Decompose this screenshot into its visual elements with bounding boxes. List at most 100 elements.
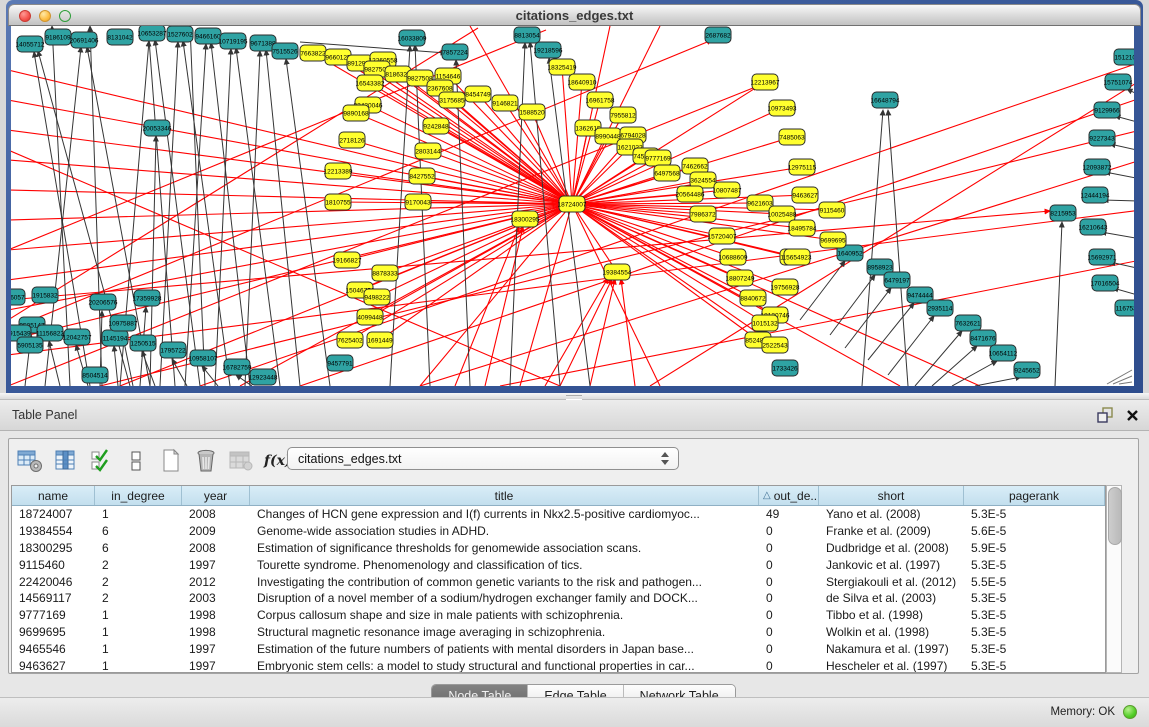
graph-node[interactable]: 19218596: [534, 42, 563, 58]
graph-edge[interactable]: [975, 377, 1021, 386]
graph-node[interactable]: 8504514: [82, 367, 108, 383]
graph-node[interactable]: 20206576: [89, 294, 118, 310]
resize-grip-icon[interactable]: [1107, 370, 1132, 384]
graph-node[interactable]: 9170043: [405, 194, 431, 210]
table-cell[interactable]: Dudbridge et al. (2008): [819, 540, 964, 557]
graph-edge[interactable]: [385, 204, 572, 273]
table-cell[interactable]: Yano et al. (2008): [819, 506, 964, 523]
column-header-out_de[interactable]: △out_de...: [759, 486, 819, 505]
show-columns-icon[interactable]: [54, 448, 78, 474]
column-header-short[interactable]: short: [819, 486, 964, 505]
graph-edge[interactable]: [888, 316, 934, 375]
graph-node[interactable]: 12042757: [63, 329, 92, 345]
table-cell[interactable]: 9699695: [12, 624, 95, 641]
table-cell[interactable]: 9115460: [12, 556, 95, 573]
graph-edge[interactable]: [952, 361, 997, 386]
column-header-title[interactable]: title: [250, 486, 759, 505]
column-header-pagerank[interactable]: pagerank: [964, 486, 1105, 505]
table-cell[interactable]: 1: [95, 640, 182, 657]
graph-node[interactable]: 2522543: [762, 337, 788, 353]
graph-node[interactable]: 12093872: [1083, 159, 1112, 175]
table-scrollbar[interactable]: [1106, 485, 1122, 673]
table-cell[interactable]: 14569117: [12, 590, 95, 607]
graph-node[interactable]: 17359928: [133, 290, 162, 306]
table-cell[interactable]: 18724007: [12, 506, 95, 523]
graph-edge[interactable]: [915, 331, 962, 386]
table-cell[interactable]: Tourette syndrome. Phenomenology and cla…: [250, 556, 759, 573]
graph-node[interactable]: 2687682: [705, 27, 731, 43]
table-cell[interactable]: 9777169: [12, 607, 95, 624]
graph-node[interactable]: 1915832: [32, 287, 58, 303]
table-cell[interactable]: 1: [95, 624, 182, 641]
graph-node[interactable]: 1167533: [1115, 300, 1134, 316]
graph-node[interactable]: 7955812: [610, 107, 636, 123]
table-row[interactable]: 969969511998Structural magnetic resonanc…: [12, 624, 1105, 641]
graph-node[interactable]: 10973493: [768, 100, 797, 116]
graph-edge[interactable]: [572, 204, 900, 386]
table-cell[interactable]: 5.9E-5: [964, 540, 1105, 557]
graph-node[interactable]: 1015132: [752, 315, 778, 331]
graph-node[interactable]: 9466160: [195, 28, 221, 44]
graph-node[interactable]: 7515526: [272, 43, 298, 59]
graph-edge[interactable]: [800, 261, 845, 320]
table-cell[interactable]: 9465546: [12, 640, 95, 657]
graph-edge[interactable]: [590, 279, 615, 386]
graph-edge[interactable]: [114, 346, 118, 386]
graph-node[interactable]: 9227343: [1089, 130, 1115, 146]
graph-node[interactable]: 10958107: [189, 350, 218, 366]
graph-node[interactable]: 16033809: [398, 30, 427, 46]
table-cell[interactable]: 0: [759, 607, 819, 624]
table-cell[interactable]: 1997: [182, 640, 250, 657]
graph-node[interactable]: 2516057: [11, 289, 25, 305]
graph-edge[interactable]: [11, 204, 572, 250]
graph-edge[interactable]: [1101, 232, 1134, 239]
table-cell[interactable]: Genome-wide association studies in ADHD.: [250, 523, 759, 540]
graph-node[interactable]: 19166827: [333, 252, 362, 268]
row-height-icon[interactable]: [124, 448, 148, 474]
graph-edge[interactable]: [286, 59, 330, 386]
table-cell[interactable]: 49: [759, 506, 819, 523]
network-canvas-svg[interactable]: 1405571291861092069140681310421065328715…: [11, 26, 1134, 386]
graph-node[interactable]: 17016504: [1091, 275, 1120, 291]
graph-node[interactable]: 8878333: [372, 265, 398, 281]
graph-edge[interactable]: [11, 204, 572, 220]
graph-node[interactable]: 15720407: [708, 228, 737, 244]
graph-node[interactable]: 1733426: [772, 360, 798, 376]
graph-node[interactable]: 14055712: [16, 36, 45, 52]
graph-edge[interactable]: [845, 288, 891, 348]
import-table-icon[interactable]: [229, 448, 253, 474]
graph-node[interactable]: 1250515: [130, 335, 156, 351]
table-cell[interactable]: 5.3E-5: [964, 556, 1105, 573]
table-cell[interactable]: 2008: [182, 540, 250, 557]
graph-node[interactable]: 10719195: [219, 33, 248, 49]
graph-node[interactable]: 9186109: [45, 29, 71, 45]
graph-edge[interactable]: [11, 204, 572, 280]
graph-node[interactable]: 10025488: [768, 206, 797, 222]
graph-node[interactable]: 18495784: [788, 220, 817, 236]
graph-node[interactable]: 18724007: [558, 196, 587, 212]
graph-node[interactable]: 7632621: [955, 315, 981, 331]
table-cell[interactable]: Embryonic stem cells: a model to study s…: [250, 657, 759, 673]
table-cell[interactable]: Structural magnetic resonance image aver…: [250, 624, 759, 641]
table-row[interactable]: 1456911722003Disruption of a novel membe…: [12, 590, 1105, 607]
table-scrollbar-thumb[interactable]: [1108, 487, 1122, 545]
graph-edge[interactable]: [1055, 222, 1062, 386]
table-cell[interactable]: 18300295: [12, 540, 95, 557]
graph-node[interactable]: 3175685: [439, 92, 465, 108]
graph-edge[interactable]: [545, 278, 608, 386]
table-cell[interactable]: 2012: [182, 573, 250, 590]
table-cell[interactable]: Hescheler et al. (1997): [819, 657, 964, 673]
graph-node[interactable]: 8840672: [740, 290, 766, 306]
table-row[interactable]: 946362711997Embryonic stem cells: a mode…: [12, 657, 1105, 673]
graph-node[interactable]: 8427552: [409, 168, 435, 184]
graph-node[interactable]: 9146821: [492, 95, 518, 111]
table-cell[interactable]: 9463627: [12, 657, 95, 673]
graph-node[interactable]: 8813054: [514, 27, 540, 43]
graph-node[interactable]: 2803144: [415, 143, 441, 159]
graph-node[interactable]: 19756928: [771, 279, 800, 295]
table-cell[interactable]: 1998: [182, 607, 250, 624]
delete-column-icon[interactable]: [194, 448, 218, 474]
panel-splitter[interactable]: [0, 393, 1149, 400]
graph-node[interactable]: 5905135: [17, 337, 43, 353]
graph-node[interactable]: 1691449: [367, 332, 393, 348]
